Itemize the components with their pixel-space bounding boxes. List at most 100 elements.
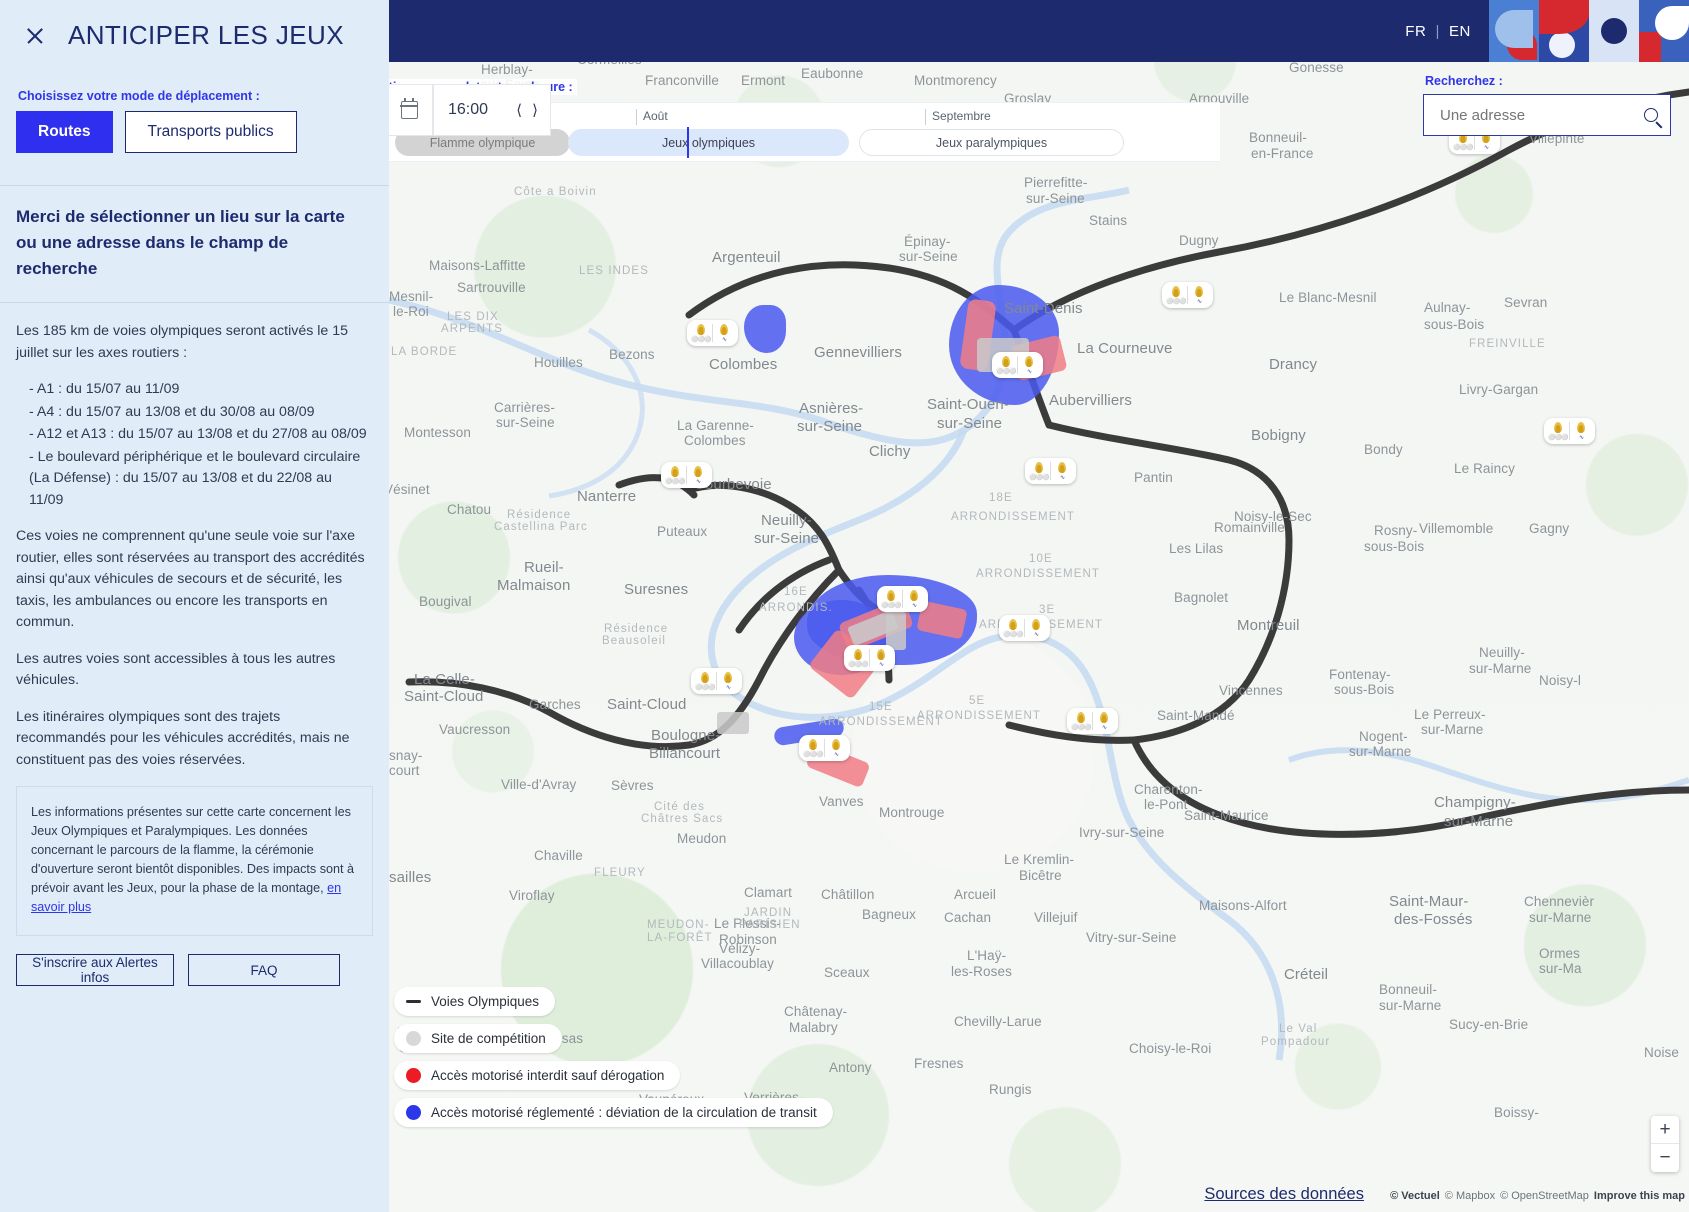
olympic-venue-marker[interactable]: ⚪⚪⚪ ∿ bbox=[1544, 418, 1595, 444]
attrib-vectuel[interactable]: © Vectuel bbox=[1390, 1190, 1440, 1202]
map-place-label: Viroflay bbox=[509, 888, 555, 903]
map-place-label: Bobigny bbox=[1251, 427, 1306, 444]
paralympic-agitos-icon: ∿ bbox=[1188, 284, 1210, 306]
map-place-label: Clamart bbox=[744, 885, 792, 900]
olympic-venue-marker[interactable]: ⚪⚪⚪ ∿ bbox=[687, 320, 738, 346]
time-steppers[interactable]: ⟨ ⟩ bbox=[516, 101, 538, 119]
paralympic-agitos-icon: ∿ bbox=[717, 670, 739, 692]
map-place-label: sur-Seine bbox=[937, 415, 1003, 432]
map-place-label: Noise bbox=[1644, 1045, 1680, 1060]
legend-item-acces-reglemente[interactable]: Accès motorisé réglementé : déviation de… bbox=[394, 1098, 833, 1127]
olympic-venue-marker[interactable]: ⚪⚪⚪ ∿ bbox=[799, 735, 850, 761]
paralympic-agitos-icon: ∿ bbox=[1051, 460, 1073, 482]
search-input[interactable] bbox=[1438, 105, 1628, 125]
search-label: Recherchez : bbox=[1425, 74, 1503, 88]
map-place-label: 15E bbox=[869, 701, 893, 713]
map-place-label: Créteil bbox=[1284, 966, 1329, 983]
olympic-rings-icon: ⚪⚪⚪ bbox=[1002, 617, 1024, 639]
close-icon[interactable] bbox=[24, 25, 46, 47]
faq-button[interactable]: FAQ bbox=[188, 954, 340, 986]
lang-en[interactable]: EN bbox=[1449, 23, 1471, 40]
olympic-rings-icon: ⚪⚪⚪ bbox=[664, 464, 686, 486]
map-place-label: Mesnil- bbox=[389, 289, 434, 304]
legend-item-voies-olympiques[interactable]: Voies Olympiques bbox=[394, 987, 556, 1016]
map-place-label: Neuilly- bbox=[1479, 645, 1525, 660]
map-place-label: Vanves bbox=[819, 794, 864, 809]
map-zoom-controls[interactable]: + − bbox=[1651, 1116, 1679, 1172]
olympic-venue-marker[interactable]: ⚪⚪⚪ ∿ bbox=[1067, 708, 1118, 734]
sources-link[interactable]: Sources des données bbox=[1204, 1185, 1364, 1204]
olympic-venue-marker[interactable]: ⚪⚪⚪ ∿ bbox=[691, 668, 742, 694]
axis-item: - A4 : du 15/07 au 13/08 et du 30/08 au … bbox=[29, 403, 315, 420]
map-place-label: Clichy bbox=[869, 443, 911, 460]
map-place-label: Ormes bbox=[1539, 946, 1580, 961]
olympic-venue-marker[interactable]: ⚪⚪⚪ ∿ bbox=[844, 645, 895, 671]
olympic-venue-marker[interactable]: ⚪⚪⚪ ∿ bbox=[1162, 282, 1213, 308]
map-place-label: Argenteuil bbox=[712, 249, 781, 266]
sidebar-action-buttons: S'inscrire aux Alertes infos FAQ bbox=[16, 954, 373, 986]
olympic-venue-marker[interactable]: ⚪⚪⚪ ∿ bbox=[992, 352, 1043, 378]
map-place-label: Rueil- bbox=[524, 559, 564, 576]
mode-toggle-group: Routes Transports publics bbox=[16, 111, 389, 153]
zone-venue-invalides bbox=[886, 612, 906, 650]
map-place-label: Houilles bbox=[534, 355, 583, 370]
map-place-label: Saint-Ouen- bbox=[927, 396, 1009, 413]
map-place-label: Suresnes bbox=[624, 581, 689, 598]
map-place-label: sous-Bois bbox=[1334, 682, 1395, 697]
map-place-label: Saint-Maurice bbox=[1184, 808, 1269, 823]
map-place-label: Bonneuil- bbox=[1249, 130, 1307, 145]
search-icon[interactable] bbox=[1644, 108, 1658, 122]
info-para-1: Ces voies ne comprennent qu'une seule vo… bbox=[16, 528, 365, 630]
map-place-label: Gonesse bbox=[1289, 60, 1344, 75]
map-place-label: Charenton- bbox=[1134, 782, 1203, 797]
subscribe-alerts-button[interactable]: S'inscrire aux Alertes infos bbox=[16, 954, 174, 986]
map-place-label: Chennevièr bbox=[1524, 894, 1595, 909]
map-place-label: Villemomble bbox=[1419, 521, 1494, 536]
map-place-label: Maisons-Laffitte bbox=[429, 258, 526, 273]
phase-jeux-paralympiques[interactable]: Jeux paralympiques bbox=[859, 129, 1124, 156]
search-box[interactable] bbox=[1423, 94, 1671, 136]
calendar-icon[interactable] bbox=[400, 98, 418, 119]
olympic-venue-marker[interactable]: ⚪⚪⚪ ∿ bbox=[1025, 458, 1076, 484]
map-place-label: Gagny bbox=[1529, 521, 1570, 536]
zoom-out-button[interactable]: − bbox=[1651, 1144, 1679, 1172]
map-place-label: Aubervilliers bbox=[1049, 392, 1132, 409]
map-place-label: sur-Marne bbox=[1444, 813, 1514, 830]
timeline-cursor[interactable] bbox=[687, 127, 689, 158]
map-place-label: les-Roses bbox=[951, 964, 1012, 979]
legend-item-acces-interdit[interactable]: Accès motorisé interdit sauf dérogation bbox=[394, 1061, 681, 1090]
attrib-osm[interactable]: © OpenStreetMap bbox=[1500, 1190, 1589, 1202]
olympic-venue-marker[interactable]: ⚪⚪⚪ ∿ bbox=[999, 615, 1050, 641]
map-place-label: Pierrefitte- bbox=[1024, 175, 1088, 190]
map-place-label: Villacoublay bbox=[701, 956, 774, 971]
map-place-label: sur-Marne bbox=[1529, 910, 1592, 925]
mode-button-transports-publics[interactable]: Transports publics bbox=[124, 111, 297, 153]
lang-fr[interactable]: FR bbox=[1405, 23, 1426, 40]
zoom-in-button[interactable]: + bbox=[1651, 1116, 1679, 1144]
olympic-venue-marker[interactable]: ⚪⚪⚪ ∿ bbox=[877, 586, 928, 612]
map-place-label: Les Lilas bbox=[1169, 541, 1224, 556]
legend-label: Voies Olympiques bbox=[431, 994, 540, 1009]
chevron-right-icon[interactable]: ⟩ bbox=[532, 101, 538, 119]
map-place-label: Cachan bbox=[944, 910, 992, 925]
map-place-label: 16E bbox=[784, 586, 808, 598]
olympic-venue-marker[interactable]: ⚪⚪⚪ ∿ bbox=[661, 462, 712, 488]
map-place-label: Robinson bbox=[719, 932, 777, 947]
paralympic-agitos-icon: ∿ bbox=[713, 322, 735, 344]
paralympic-agitos-icon: ∿ bbox=[687, 464, 709, 486]
attrib-improve-map[interactable]: Improve this map bbox=[1594, 1190, 1685, 1202]
olympic-rings-icon: ⚪⚪⚪ bbox=[1028, 460, 1050, 482]
map-place-label: sur-Seine bbox=[1026, 191, 1085, 206]
chevron-left-icon[interactable]: ⟨ bbox=[516, 101, 522, 119]
paralympic-agitos-icon: ∿ bbox=[1025, 617, 1047, 639]
time-picker[interactable]: 16:00 ⟨ ⟩ bbox=[433, 84, 551, 136]
map-place-label: Saint-Maur- bbox=[1389, 893, 1469, 910]
olympic-rings-icon: ⚪⚪⚪ bbox=[1070, 710, 1092, 732]
app-root: Herblay-sur-SeineCormeilles-en-ParisisFr… bbox=[0, 0, 1689, 1212]
attrib-mapbox[interactable]: © Mapbox bbox=[1445, 1190, 1495, 1202]
language-switcher[interactable]: FR | EN bbox=[1405, 23, 1471, 40]
phase-jeux-olympiques[interactable]: Jeux olympiques bbox=[568, 129, 849, 156]
map-place-label: Boulogne- bbox=[651, 727, 721, 744]
legend-item-site-competition[interactable]: Site de compétition bbox=[394, 1024, 562, 1053]
mode-button-routes[interactable]: Routes bbox=[16, 111, 113, 153]
